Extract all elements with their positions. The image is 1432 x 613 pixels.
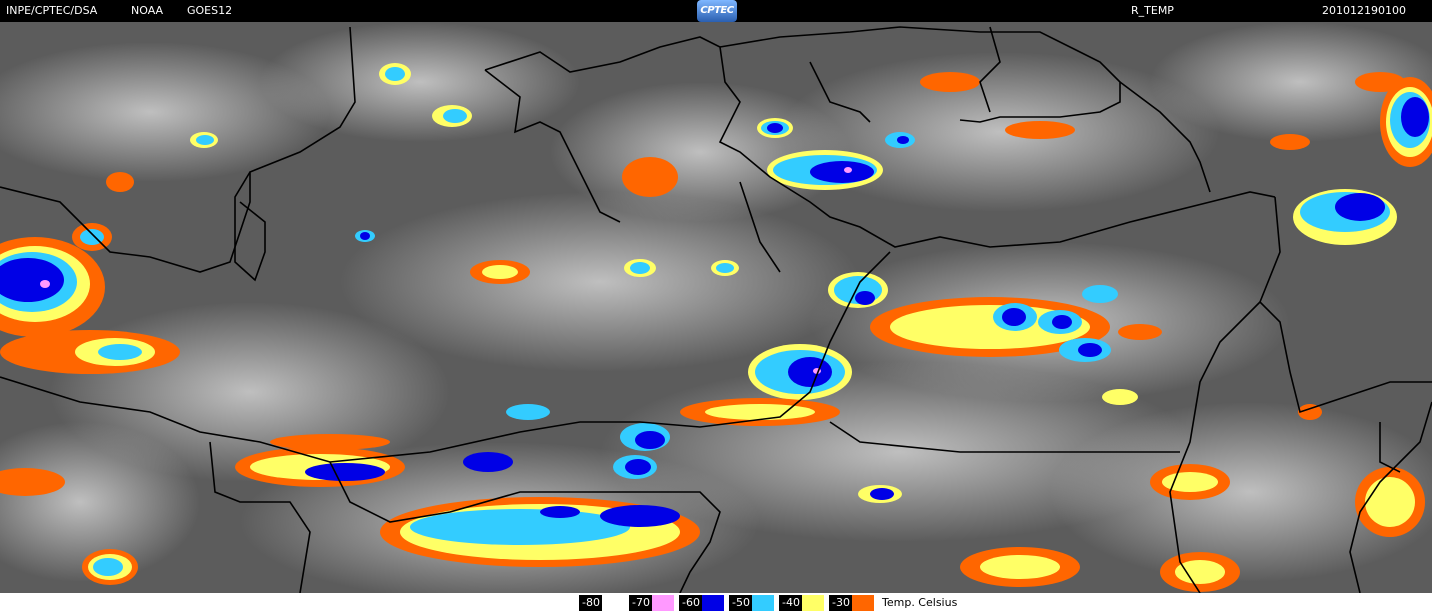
timestamp-label: 201012190100 [1322, 4, 1406, 17]
cptec-logo: CPTEC [697, 0, 737, 22]
legend-label-60: -60 [679, 595, 703, 611]
legend-swatch-60 [702, 595, 724, 611]
legend-label-70: -70 [629, 595, 653, 611]
legend-label-40: -40 [779, 595, 803, 611]
satellite-label: GOES12 [187, 4, 233, 17]
product-label: R_TEMP [1131, 4, 1174, 17]
satellite-map [0, 22, 1432, 593]
legend-unit: Temp. Celsius [882, 596, 958, 609]
legend-label-30: -30 [829, 595, 853, 611]
legend-swatch-70 [652, 595, 674, 611]
legend-swatch-30 [852, 595, 874, 611]
agency-label: NOAA [131, 4, 164, 17]
legend-label-80: -80 [579, 595, 603, 611]
legend-swatch-40 [802, 595, 824, 611]
image-header: INPE/CPTEC/DSA NOAA GOES12 CPTEC R_TEMP … [0, 0, 1432, 22]
legend-label-50: -50 [729, 595, 753, 611]
legend-swatch-80 [602, 595, 624, 611]
satellite-image [0, 22, 1432, 593]
legend-swatch-50 [752, 595, 774, 611]
source-label: INPE/CPTEC/DSA [6, 4, 98, 17]
temperature-legend: -80 -70 -60 -50 -40 -30 Temp. Celsius [0, 593, 1432, 613]
